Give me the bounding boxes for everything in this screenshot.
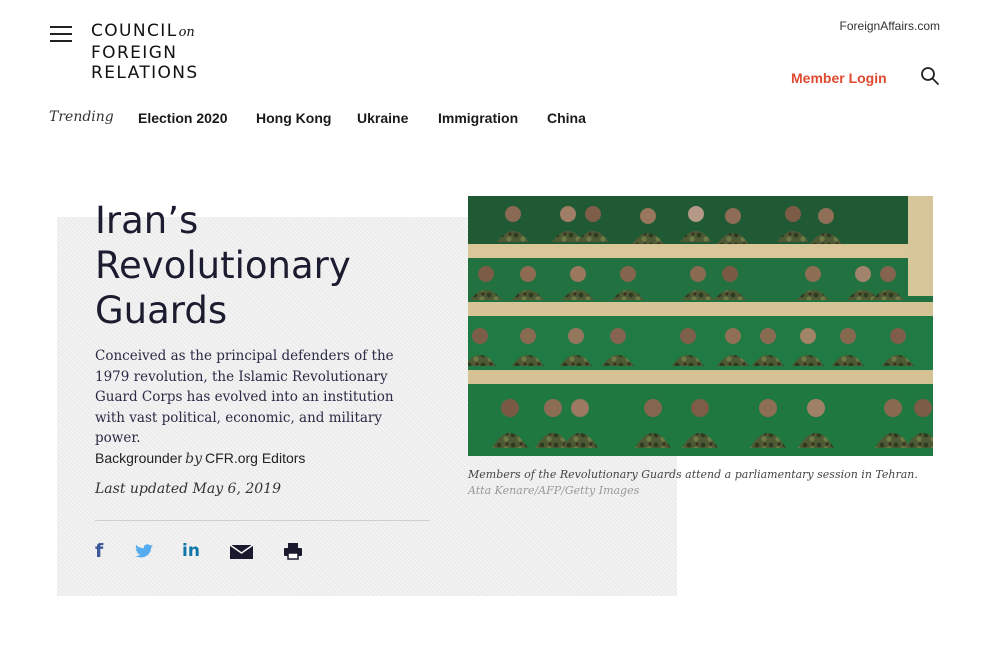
search-icon[interactable] [920,66,940,86]
row-3 [468,316,933,384]
logo-council: COUNCIL [91,21,178,41]
article-summary: Conceived as the principal defenders of … [95,348,394,446]
linkedin-icon[interactable]: in [182,540,200,562]
print-icon[interactable] [284,540,302,562]
facebook-icon[interactable]: f [95,540,103,562]
nav-election-2020[interactable]: Election 2020 [138,110,228,126]
divider [95,520,429,521]
byline: Backgrounder by CFR.org Editors [95,450,305,467]
menu-icon[interactable] [50,25,72,43]
article-title: Iran’s Revolutionary Guards [95,199,351,332]
email-icon[interactable] [230,540,253,562]
row-1 [468,196,933,258]
foreign-affairs-link[interactable]: ForeignAffairs.com [840,19,940,33]
caption-text: Members of the Revolutionary Guards atte… [468,468,918,481]
byline-by: by [185,451,203,467]
twitter-icon[interactable] [135,540,153,562]
nav-immigration[interactable]: Immigration [438,110,518,126]
last-updated: Last updated May 6, 2019 [95,481,281,497]
member-login-link[interactable]: Member Login [791,70,887,86]
image-caption: Members of the Revolutionary Guards atte… [468,467,938,499]
nav-china[interactable]: China [547,110,586,126]
nav-ukraine[interactable]: Ukraine [357,110,408,126]
logo-on: on [178,25,195,40]
trending-label: Trending [49,109,114,125]
nav-hong-kong[interactable]: Hong Kong [256,110,331,126]
cfr-logo[interactable]: COUNCILon FOREIGN RELATIONS [91,21,199,83]
hero-image [468,196,933,456]
logo-foreign: FOREIGN [91,43,178,63]
image-credit: Atta Kenare/AFP/Getty Images [468,484,640,497]
article-type: Backgrounder [95,450,183,466]
author-link[interactable]: CFR.org Editors [205,450,305,466]
logo-relations: RELATIONS [91,63,199,83]
